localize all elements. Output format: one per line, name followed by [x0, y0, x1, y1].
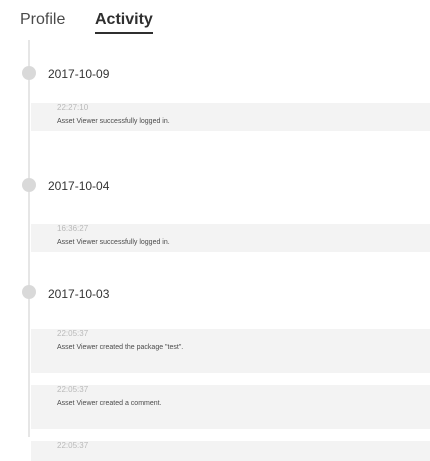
- entry-text: Asset Viewer successfully logged in.: [57, 239, 170, 246]
- entry-time: 16:36:27: [57, 224, 89, 233]
- timeline-line: [28, 40, 30, 437]
- activity-timeline: 2017-10-09 22:27:10 Asset Viewer success…: [0, 40, 430, 461]
- entry-time: 22:05:37: [57, 329, 89, 338]
- timeline-dot: [22, 285, 36, 299]
- entry-time: 22:05:37: [57, 441, 89, 450]
- timeline-dot: [22, 178, 36, 192]
- entry-text: Asset Viewer successfully logged in.: [57, 118, 170, 125]
- entry-time: 22:05:37: [57, 385, 89, 394]
- timeline-date: 2017-10-03: [48, 287, 110, 301]
- entry-time: 22:27:10: [57, 103, 89, 112]
- timeline-date: 2017-10-09: [48, 67, 110, 81]
- entry-text: Asset Viewer created a comment.: [57, 400, 162, 407]
- tab-profile[interactable]: Profile: [20, 10, 65, 30]
- activity-entry: 22:27:10 Asset Viewer successfully logge…: [31, 103, 430, 131]
- timeline-dot: [22, 66, 36, 80]
- activity-entry: 16:36:27 Asset Viewer successfully logge…: [31, 224, 430, 252]
- tab-activity[interactable]: Activity: [95, 10, 153, 34]
- activity-entry: 22:05:37: [31, 441, 430, 461]
- activity-entry: 22:05:37 Asset Viewer created a comment.: [31, 385, 430, 429]
- entry-text: Asset Viewer created the package "test".: [57, 344, 184, 351]
- timeline-date: 2017-10-04: [48, 179, 110, 193]
- tab-bar: Profile Activity: [0, 0, 430, 40]
- activity-entry: 22:05:37 Asset Viewer created the packag…: [31, 329, 430, 373]
